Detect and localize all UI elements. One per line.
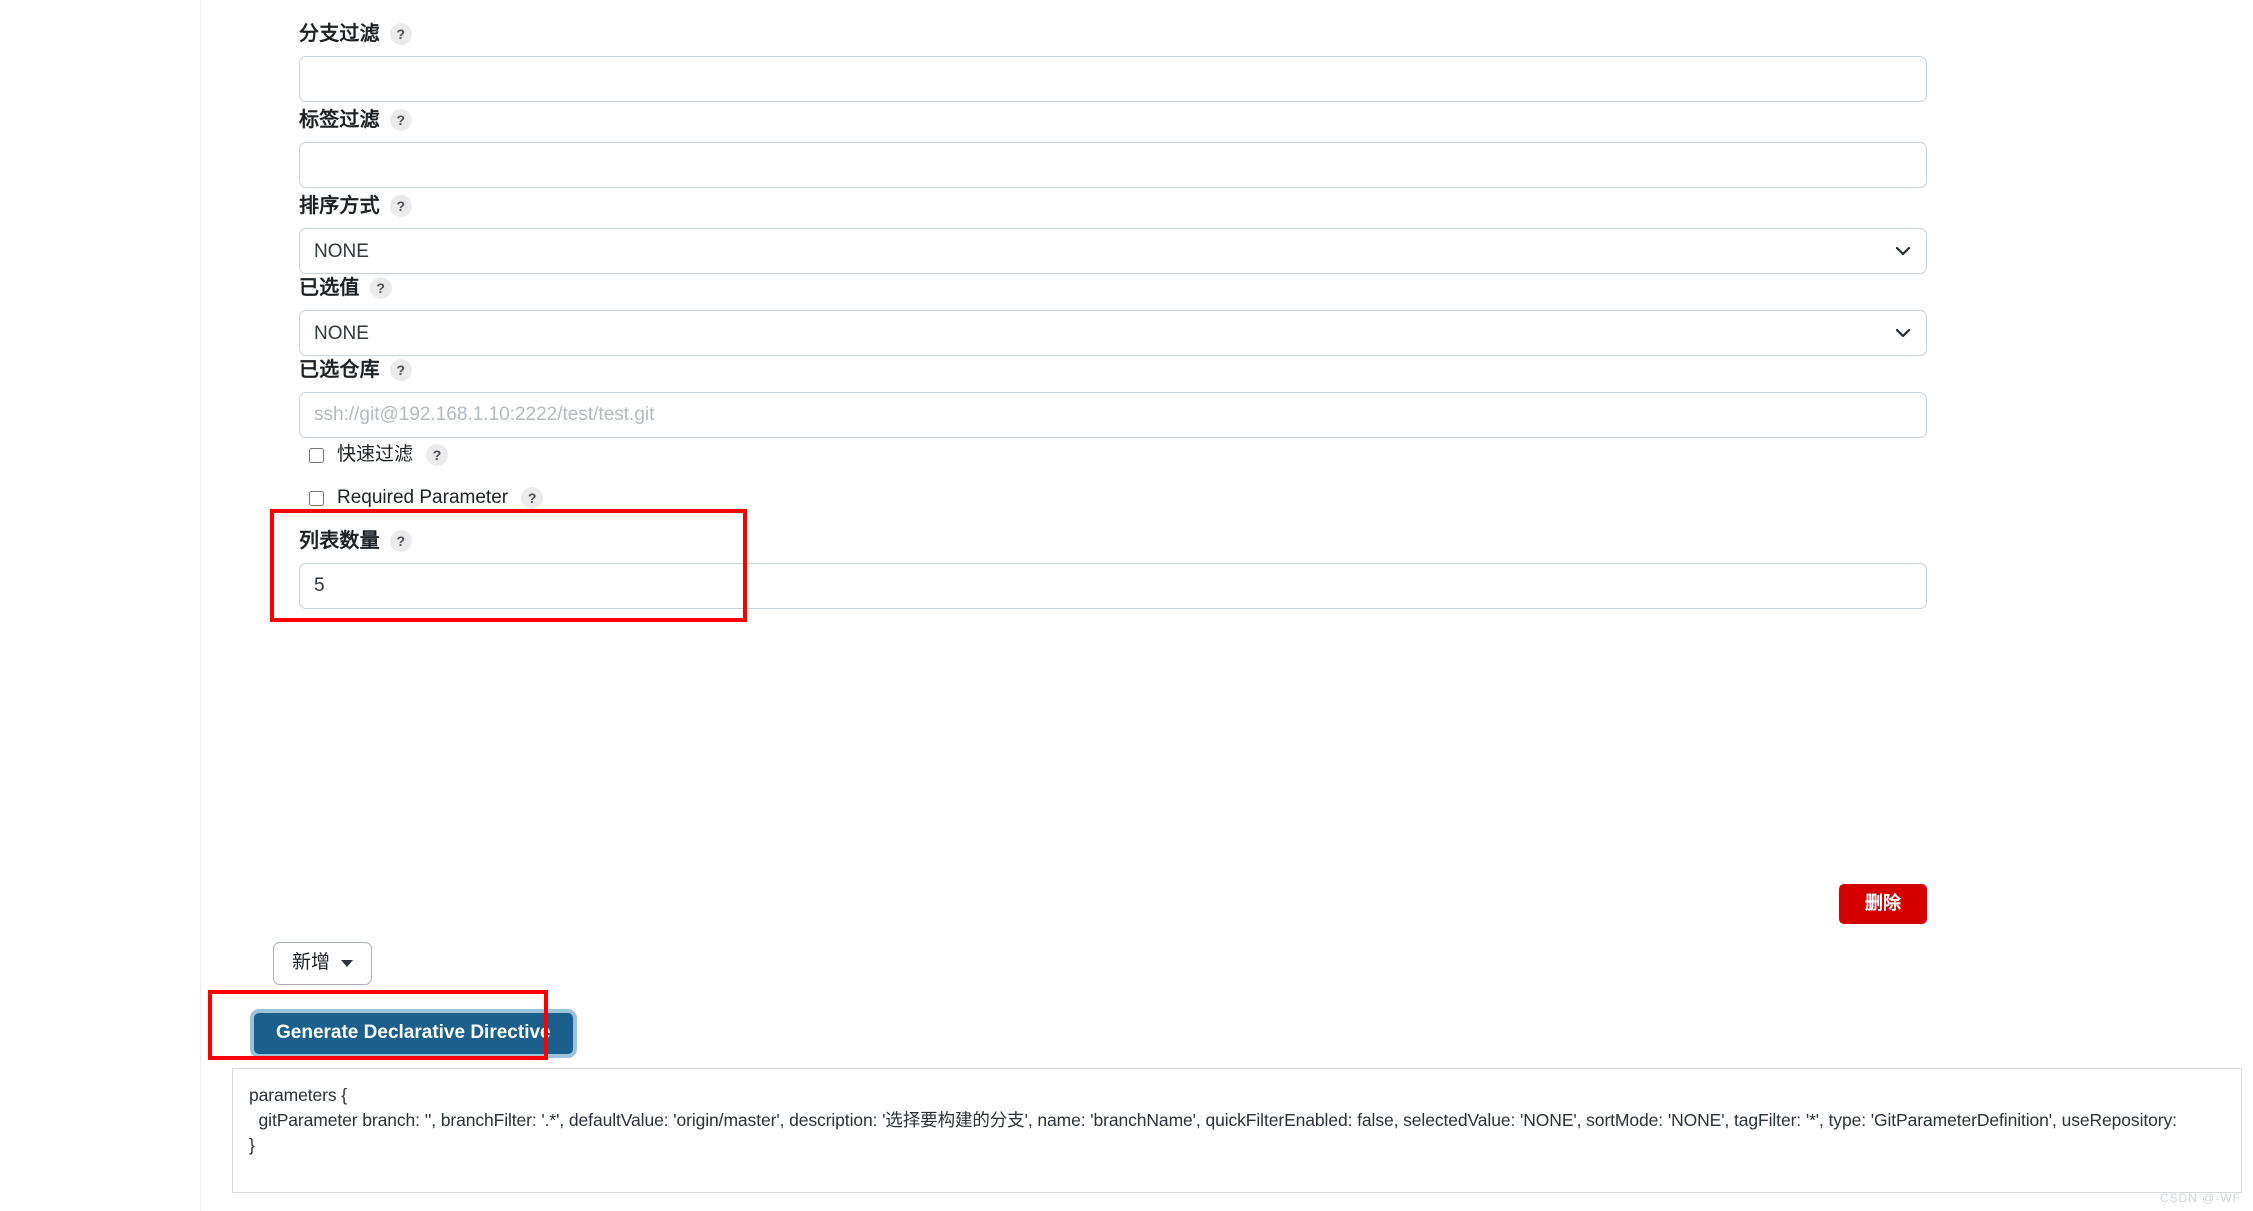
sort-mode-select-wrap: NONE: [299, 228, 1927, 274]
declarative-directive-output-panel[interactable]: parameters { gitParameter branch: '', br…: [232, 1068, 2242, 1193]
help-icon[interactable]: ?: [389, 359, 412, 381]
help-icon[interactable]: ?: [389, 23, 412, 45]
field-branch-filter: 分支过滤 ?: [299, 22, 1927, 102]
branch-filter-input[interactable]: [299, 56, 1927, 102]
field-label-row: 列表数量 ?: [299, 529, 1927, 553]
help-icon[interactable]: ?: [369, 277, 392, 299]
generate-declarative-directive-button[interactable]: Generate Declarative Directive: [250, 1009, 577, 1058]
delete-button[interactable]: 删除: [1839, 884, 1927, 924]
field-label-row: 已选仓库 ?: [299, 358, 1927, 382]
delete-button-row: 删除: [299, 884, 1927, 924]
quick-filter-label: 快速过滤: [337, 444, 414, 465]
watermark: CSDN @-WF: [2159, 1191, 2241, 1205]
add-parameter-label: 新增: [292, 952, 331, 973]
help-icon[interactable]: ?: [426, 444, 449, 467]
field-label-branch-filter: 分支过滤: [299, 23, 380, 45]
output-line-1: parameters {: [249, 1085, 348, 1105]
output-line-2: gitParameter branch: '', branchFilter: '…: [249, 1110, 2177, 1130]
list-size-input[interactable]: [299, 563, 1927, 609]
caret-down-icon: [341, 959, 354, 967]
field-label-use-repository: 已选仓库: [299, 359, 380, 381]
field-list-size: 列表数量 ?: [299, 529, 1927, 609]
help-icon[interactable]: ?: [521, 487, 544, 510]
page-root: 分支过滤 ? 标签过滤 ? 排序方式 ? NONE 已选值 ? NONE 已选仓…: [0, 0, 2253, 1211]
use-repository-input[interactable]: [299, 392, 1927, 438]
field-label-sort-mode: 排序方式: [299, 195, 380, 217]
add-parameter-button[interactable]: 新增: [273, 942, 373, 985]
required-parameter-checkbox[interactable]: [309, 490, 324, 506]
field-label-tag-filter: 标签过滤: [299, 109, 380, 131]
output-line-4: }: [249, 1135, 255, 1155]
field-sort-mode: 排序方式 ? NONE: [299, 194, 1927, 274]
field-label-row: 标签过滤 ?: [299, 108, 1927, 132]
help-icon[interactable]: ?: [389, 109, 412, 131]
field-label-selected-value: 已选值: [299, 277, 360, 299]
tag-filter-input[interactable]: [299, 142, 1927, 188]
quick-filter-checkbox[interactable]: [309, 447, 324, 463]
required-parameter-label: Required Parameter: [337, 487, 509, 508]
help-icon[interactable]: ?: [389, 195, 412, 217]
checkbox-row-quick-filter: 快速过滤 ?: [309, 444, 449, 467]
checkbox-row-required-parameter: Required Parameter ?: [309, 487, 544, 510]
field-label-row: 排序方式 ?: [299, 194, 1927, 218]
field-label-list-size: 列表数量: [299, 530, 380, 552]
field-tag-filter: 标签过滤 ?: [299, 108, 1927, 188]
field-use-repository: 已选仓库 ?: [299, 358, 1927, 438]
field-selected-value: 已选值 ? NONE: [299, 276, 1927, 356]
content-left-rule: [200, 0, 201, 1211]
selected-value-select-wrap: NONE: [299, 310, 1927, 356]
field-label-row: 已选值 ?: [299, 276, 1927, 300]
field-label-row: 分支过滤 ?: [299, 22, 1927, 46]
sort-mode-select[interactable]: NONE: [299, 228, 1927, 274]
help-icon[interactable]: ?: [389, 530, 412, 552]
selected-value-select[interactable]: NONE: [299, 310, 1927, 356]
